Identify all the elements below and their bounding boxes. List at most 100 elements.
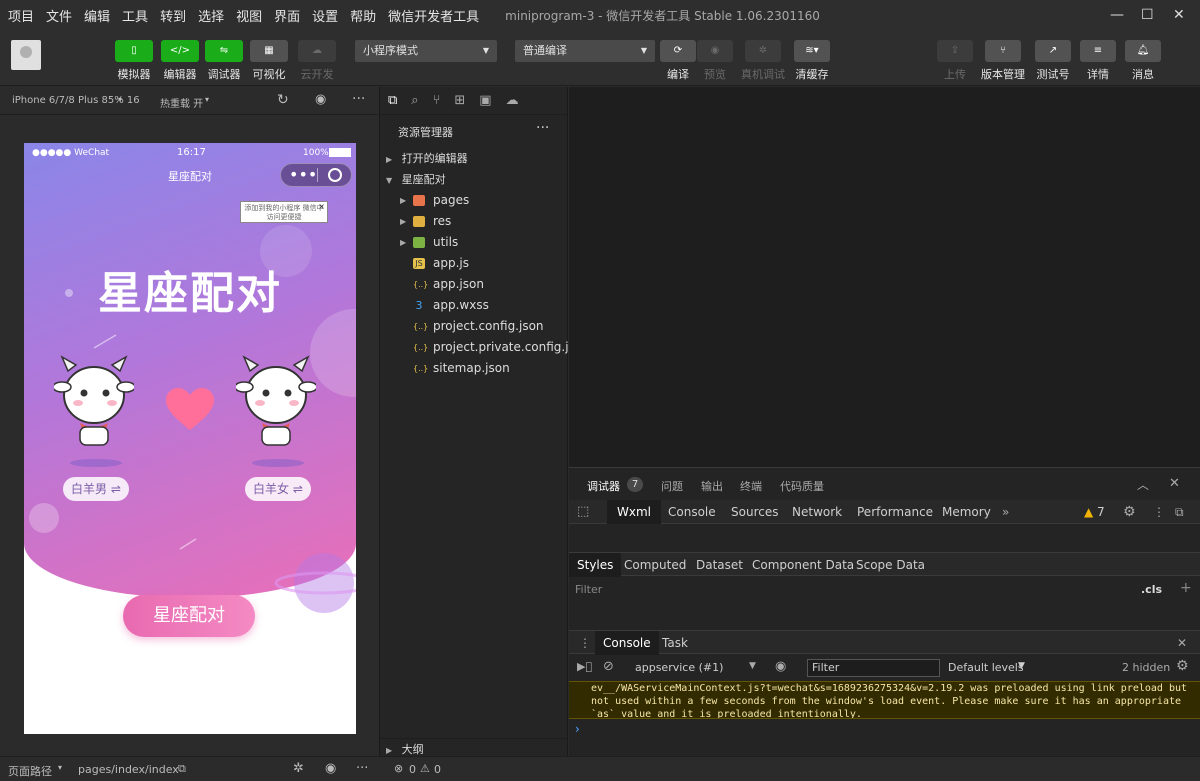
tab-computed[interactable]: Computed [624, 553, 686, 577]
branch-icon[interactable]: ⑂ [433, 93, 441, 108]
menu-item-settings[interactable]: 设置 [304, 6, 342, 25]
tree-item-project-private-config[interactable]: {..} project.private.config.js... [380, 337, 568, 358]
console-prompt-icon[interactable]: › [575, 722, 580, 736]
close-icon[interactable]: × [318, 202, 325, 211]
stop-icon[interactable]: ◉ [315, 92, 326, 107]
clear-console-icon[interactable]: ⊘ [603, 659, 614, 674]
tree-item-utils[interactable]: ▶ utils [380, 232, 568, 253]
inspect-icon[interactable]: ⬚ [577, 500, 589, 524]
menu-item-wechat-devtools[interactable]: 微信开发者工具 [380, 6, 483, 25]
right-sign-selector[interactable]: 白羊女 ⇌ [245, 477, 311, 501]
tree-item-app-js[interactable]: JS app.js [380, 253, 568, 274]
more-icon[interactable]: ··· [356, 761, 368, 776]
eye-icon[interactable]: ◉ [775, 659, 786, 674]
menu-item-goto[interactable]: 转到 [152, 6, 190, 25]
caret-down-icon[interactable]: ▾ [58, 763, 62, 772]
tab-console[interactable]: Console [668, 500, 716, 524]
sidebar-toggle-icon[interactable]: ▶⃞ [577, 660, 592, 673]
more-icon[interactable]: ··· [352, 91, 365, 107]
messages-button[interactable]: 🔔︎ 消息 [1120, 30, 1166, 82]
cls-toggle[interactable]: .cls [1141, 583, 1162, 596]
gear-icon[interactable]: ⚙ [1176, 658, 1189, 674]
tree-item-project-config[interactable]: {..} project.config.json [380, 316, 568, 337]
tree-item-sitemap[interactable]: {..} sitemap.json [380, 358, 568, 379]
upload-button[interactable]: ⇪ 上传 [932, 30, 978, 82]
close-circle-icon[interactable] [328, 168, 342, 182]
close-icon[interactable]: ✕ [1173, 7, 1185, 23]
details-button[interactable]: ≡ 详情 [1075, 30, 1121, 82]
tab-wxml[interactable]: Wxml [607, 500, 661, 524]
minimize-icon[interactable]: — [1110, 7, 1124, 23]
search-icon[interactable]: ⌕ [411, 93, 418, 108]
cloud-dev-button[interactable]: ☁ 云开发 [294, 30, 340, 82]
avatar[interactable] [11, 40, 41, 70]
save-icon[interactable]: ▣ [479, 93, 491, 108]
menu-item-help[interactable]: 帮助 [342, 6, 380, 25]
error-icon[interactable]: ⊗ [394, 762, 403, 775]
tab-issues[interactable]: 问题 [661, 478, 683, 494]
close-icon[interactable]: ✕ [1169, 476, 1180, 491]
caret-down-icon[interactable]: ▼ [749, 661, 756, 671]
open-editors-section[interactable]: ▶ 打开的编辑器 [380, 148, 568, 169]
caret-down-icon[interactable]: ▾ [118, 95, 122, 104]
menu-item-tools[interactable]: 工具 [114, 6, 152, 25]
capsule-menu[interactable]: ••• [280, 163, 352, 187]
editor-area[interactable] [569, 87, 1200, 467]
menu-item-file[interactable]: 文件 [38, 6, 76, 25]
match-button[interactable]: 星座配对 [123, 595, 255, 637]
more-icon[interactable]: ··· [536, 120, 549, 136]
tab-code-quality[interactable]: 代码质量 [780, 478, 824, 494]
compile-mode-select[interactable]: 普通编译 ▼ [515, 40, 655, 62]
test-account-button[interactable]: ↗ 测试号 [1030, 30, 1076, 82]
simulator-toggle-button[interactable]: ▯ 模拟器 [111, 30, 157, 82]
left-sign-selector[interactable]: 白羊男 ⇌ [63, 477, 129, 501]
menu-item-view[interactable]: 视图 [228, 6, 266, 25]
console-filter-input[interactable]: Filter [807, 659, 940, 677]
tab-dataset[interactable]: Dataset [696, 553, 743, 577]
menu-item-select[interactable]: 选择 [190, 6, 228, 25]
tab-performance[interactable]: Performance [857, 500, 933, 524]
menu-item-edit[interactable]: 编辑 [76, 6, 114, 25]
menu-item-project[interactable]: 项目 [0, 6, 38, 25]
tab-output[interactable]: 输出 [701, 478, 723, 494]
tab-terminal[interactable]: 终端 [740, 478, 762, 494]
more-icon[interactable]: ••• [289, 165, 317, 185]
tab-console-drawer[interactable]: Console [595, 631, 659, 655]
close-icon[interactable]: ✕ [1177, 631, 1187, 655]
eye-icon[interactable]: ◉ [325, 761, 336, 776]
tab-styles[interactable]: Styles [569, 553, 622, 577]
editor-toggle-button[interactable]: </> 编辑器 [157, 30, 203, 82]
mode-select[interactable]: 小程序模式 ▼ [355, 40, 497, 62]
project-section[interactable]: ▼ 星座配对 [380, 169, 568, 190]
debugger-toggle-button[interactable]: ⇋ 调试器 [201, 30, 247, 82]
styles-filter-input[interactable]: Filter [575, 583, 602, 596]
warning-count[interactable]: 7 [1097, 500, 1105, 524]
cloud-icon[interactable]: ☁ [506, 93, 519, 108]
files-icon[interactable]: ⧉ [388, 93, 397, 108]
visual-toggle-button[interactable]: ▦ 可视化 [246, 30, 292, 82]
tab-scope-data[interactable]: Scope Data [856, 553, 925, 577]
remote-debug-button[interactable]: ✲ 真机调试 [740, 30, 786, 82]
more-tabs-icon[interactable]: » [1002, 500, 1009, 524]
caret-down-icon[interactable]: ▾ [205, 95, 209, 104]
tree-item-app-wxss[interactable]: 3 app.wxss [380, 295, 568, 316]
gear-icon[interactable]: ⚙ [1123, 500, 1136, 524]
warning-icon[interactable]: ⚠ [420, 762, 430, 775]
levels-select[interactable]: Default levels [948, 661, 1024, 674]
caret-down-icon[interactable]: ▼ [1018, 661, 1025, 671]
copy-icon[interactable]: ⧉ [178, 762, 186, 776]
dock-icon[interactable]: ⧉ [1175, 500, 1184, 524]
hot-reload-toggle[interactable]: 热重载 开 [160, 95, 203, 110]
page-path-label[interactable]: 页面路径 [8, 763, 52, 779]
tab-sources[interactable]: Sources [731, 500, 778, 524]
tab-memory[interactable]: Memory [942, 500, 991, 524]
chevron-up-icon[interactable]: ︿ [1137, 476, 1149, 493]
preview-button[interactable]: ◉ 预览 [692, 30, 738, 82]
plus-icon[interactable]: + [1180, 580, 1192, 596]
extensions-icon[interactable]: ⊞ [454, 93, 465, 108]
tree-item-pages[interactable]: ▶ pages [380, 190, 568, 211]
more-vertical-icon[interactable]: ⋮ [1153, 500, 1165, 524]
bug-icon[interactable]: ✲ [293, 761, 304, 776]
tab-network[interactable]: Network [792, 500, 842, 524]
rotate-icon[interactable]: ↻ [277, 92, 289, 108]
